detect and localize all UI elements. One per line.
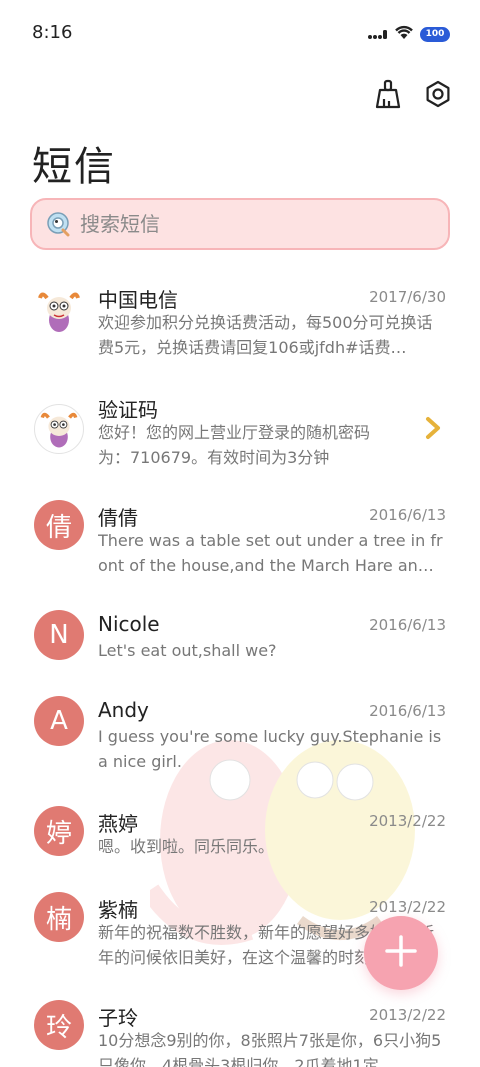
contact-name: 子玲 <box>98 1006 138 1030</box>
new-message-button[interactable] <box>364 916 438 990</box>
message-date: 2016/6/13 <box>369 702 446 720</box>
contact-name: 紫楠 <box>98 898 138 922</box>
message-preview: There was a table set out under a tree i… <box>98 531 443 575</box>
signal-icon <box>368 25 388 44</box>
contact-name: Nicole <box>98 612 160 636</box>
message-date: 2013/2/22 <box>369 898 446 916</box>
avatar: 楠 <box>34 892 84 942</box>
avatar: 玲 <box>34 1000 84 1050</box>
message-preview: 您好！您的网上营业厅登录的随机密码为：710679。有效时间为3分钟 <box>98 423 371 467</box>
message-preview: 欢迎参加积分兑换话费活动，每500分可兑换话费5元，兑换话费请回复106或jfd… <box>98 313 433 357</box>
avatar: 婷 <box>34 806 84 856</box>
contact-name: 中国电信 <box>98 288 178 312</box>
conversation-row[interactable]: 验证码 您好！您的网上营业厅登录的随机密码为：710679。有效时间为3分钟 <box>0 378 480 484</box>
toolbar <box>372 78 454 110</box>
conversation-row[interactable]: A Andy 2016/6/13 I guess you're some luc… <box>0 684 480 790</box>
message-date: 2016/6/13 <box>369 616 446 634</box>
status-time: 8:16 <box>32 22 73 43</box>
battery-icon: 100 <box>420 26 450 42</box>
search-input[interactable] <box>80 212 420 236</box>
chevron-right-icon[interactable] <box>424 416 442 444</box>
page-title: 短信 <box>32 144 116 190</box>
cartoon-avatar-icon <box>34 404 84 454</box>
search-bar[interactable] <box>30 198 450 250</box>
message-date: 2016/6/13 <box>369 506 446 524</box>
message-preview: Let's eat out,shall we? <box>98 641 277 660</box>
avatar: A <box>34 696 84 746</box>
status-bar: 8:16 100 <box>0 0 480 66</box>
message-preview: 嗯。收到啦。同乐同乐。 <box>98 837 275 856</box>
conversation-row[interactable]: 玲 子玲 2013/2/22 10分想念9别的你，8张照片7张是你，6只小狗5只… <box>0 988 480 1067</box>
conversation-row[interactable]: 中国电信 2017/6/30 欢迎参加积分兑换话费活动，每500分可兑换话费5元… <box>0 268 480 374</box>
wifi-icon <box>394 24 414 44</box>
cartoon-avatar-icon <box>34 286 84 336</box>
broom-icon[interactable] <box>372 78 404 110</box>
message-date: 2017/6/30 <box>369 288 446 306</box>
avatar: N <box>34 610 84 660</box>
avatar: 倩 <box>34 500 84 550</box>
message-date: 2013/2/22 <box>369 812 446 830</box>
plus-icon <box>383 933 419 973</box>
contact-name: 燕婷 <box>98 812 138 836</box>
settings-icon[interactable] <box>422 78 454 110</box>
status-icons: 100 <box>368 24 450 44</box>
contact-name: Andy <box>98 698 149 722</box>
message-preview: I guess you're some lucky guy.Stephanie … <box>98 727 442 771</box>
search-icon <box>46 211 72 237</box>
conversation-row[interactable]: 倩 倩倩 2016/6/13 There was a table set out… <box>0 488 480 594</box>
contact-name: 验证码 <box>98 398 158 422</box>
contact-name: 倩倩 <box>98 506 138 530</box>
message-date: 2013/2/22 <box>369 1006 446 1024</box>
message-preview: 10分想念9别的你，8张照片7张是你，6只小狗5只像你，4根骨头3根归你，2爪着… <box>98 1031 442 1067</box>
